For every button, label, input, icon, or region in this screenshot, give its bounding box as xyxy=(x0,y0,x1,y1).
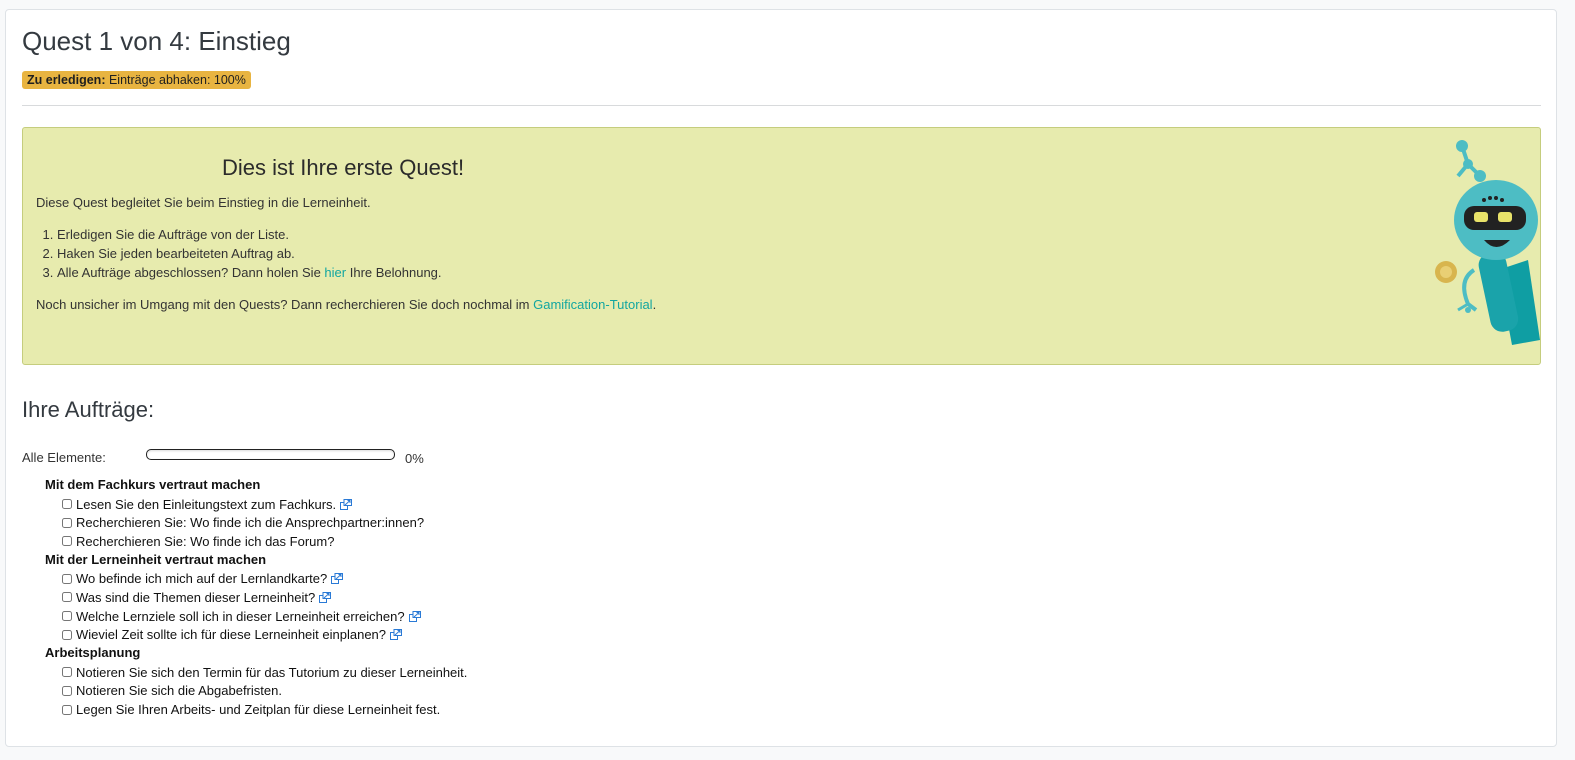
intro-step: Alle Aufträge abgeschlossen? Dann holen … xyxy=(57,263,442,282)
page-title: Quest 1 von 4: Einstieg xyxy=(22,26,291,56)
robot-mascot-icon xyxy=(1435,140,1540,345)
todo-badge-label: Zu erledigen: xyxy=(27,73,106,87)
intro-step-text: Ihre Belohnung. xyxy=(346,265,442,280)
task-checkbox[interactable] xyxy=(62,667,72,678)
task-item: Recherchieren Sie: Wo finde ich das Foru… xyxy=(45,532,745,551)
task-item: Wo befinde ich mich auf der Lernlandkart… xyxy=(45,569,745,588)
gamification-tutorial-link[interactable]: Gamification-Tutorial xyxy=(533,297,652,312)
todo-badge-text: Einträge abhaken: 100% xyxy=(108,73,246,87)
intro-note: Noch unsicher im Umgang mit den Quests? … xyxy=(36,297,656,312)
intro-step: Haken Sie jeden bearbeiteten Auftrag ab. xyxy=(57,244,442,263)
task-label: Notieren Sie sich die Abgabefristen. xyxy=(76,683,282,699)
intro-steps: Erledigen Sie die Aufträge von der Liste… xyxy=(36,225,442,282)
task-item: Welche Lernziele soll ich in dieser Lern… xyxy=(45,607,745,626)
external-link-icon[interactable] xyxy=(340,498,353,510)
intro-box: Dies ist Ihre erste Quest! Diese Quest b… xyxy=(22,127,1541,365)
tasks-heading: Ihre Aufträge: xyxy=(22,397,155,422)
task-item: Recherchieren Sie: Wo finde ich die Ansp… xyxy=(45,513,745,532)
quest-card: Quest 1 von 4: Einstieg Zu erledigen: Ei… xyxy=(5,9,1557,747)
task-group-title: Arbeitsplanung xyxy=(45,645,141,661)
task-checkbox[interactable] xyxy=(62,499,72,510)
task-group-title: Mit der Lerneinheit vertraut machen xyxy=(45,551,267,567)
todo-badge: Zu erledigen: Einträge abhaken: 100% xyxy=(22,71,251,89)
intro-step-text: Alle Aufträge abgeschlossen? Dann holen … xyxy=(57,265,325,280)
task-item: Notieren Sie sich die Abgabefristen. xyxy=(45,682,745,701)
task-label: Wieviel Zeit sollte ich für diese Lernei… xyxy=(76,627,387,643)
task-checkbox[interactable] xyxy=(62,704,72,715)
task-list: Mit dem Fachkurs vertraut machen Lesen Si… xyxy=(45,476,745,719)
task-label: Welche Lernziele soll ich in dieser Lern… xyxy=(76,608,405,624)
reward-link[interactable]: hier xyxy=(324,265,346,280)
task-label: Recherchieren Sie: Wo finde ich das Foru… xyxy=(76,533,335,549)
task-checkbox[interactable] xyxy=(62,685,72,696)
task-item: Lesen Sie den Einleitungstext zum Fachku… xyxy=(45,495,745,514)
intro-note-end: . xyxy=(652,297,657,312)
divider xyxy=(22,105,1541,106)
task-item: Legen Sie Ihren Arbeits- und Zeitplan fü… xyxy=(45,700,745,719)
task-label: Lesen Sie den Einleitungstext zum Fachku… xyxy=(76,496,337,512)
task-checkbox[interactable] xyxy=(62,536,72,547)
external-link-icon[interactable] xyxy=(319,591,332,603)
task-item: Was sind die Themen dieser Lerneinheit? xyxy=(45,588,745,607)
external-link-icon[interactable] xyxy=(390,629,403,641)
task-checkbox[interactable] xyxy=(62,517,72,528)
progress-bar xyxy=(146,449,395,460)
task-label: Wo befinde ich mich auf der Lernlandkart… xyxy=(76,571,328,587)
task-label: Legen Sie Ihren Arbeits- und Zeitplan fü… xyxy=(76,702,441,718)
intro-note-text: Noch unsicher im Umgang mit den Quests? … xyxy=(36,297,534,312)
task-label: Notieren Sie sich den Termin für das Tut… xyxy=(76,664,468,680)
task-label: Recherchieren Sie: Wo finde ich die Ansp… xyxy=(76,515,425,531)
task-checkbox[interactable] xyxy=(62,611,72,622)
external-link-icon[interactable] xyxy=(408,610,421,622)
intro-step: Erledigen Sie die Aufträge von der Liste… xyxy=(57,225,442,244)
task-checkbox[interactable] xyxy=(62,629,72,640)
task-checkbox[interactable] xyxy=(62,592,72,603)
progress-label: Alle Elemente: xyxy=(22,450,106,465)
intro-text: Diese Quest begleitet Sie beim Einstieg … xyxy=(36,195,371,210)
task-label: Was sind die Themen dieser Lerneinheit? xyxy=(76,589,316,605)
task-checkbox[interactable] xyxy=(62,573,72,584)
task-item: Notieren Sie sich den Termin für das Tut… xyxy=(45,663,745,682)
progress-percent: 0% xyxy=(405,451,424,466)
external-link-icon[interactable] xyxy=(331,573,344,585)
intro-heading: Dies ist Ihre erste Quest! xyxy=(222,155,465,180)
task-group-title: Mit dem Fachkurs vertraut machen xyxy=(45,477,261,492)
task-item: Wieviel Zeit sollte ich für diese Lernei… xyxy=(45,626,745,645)
